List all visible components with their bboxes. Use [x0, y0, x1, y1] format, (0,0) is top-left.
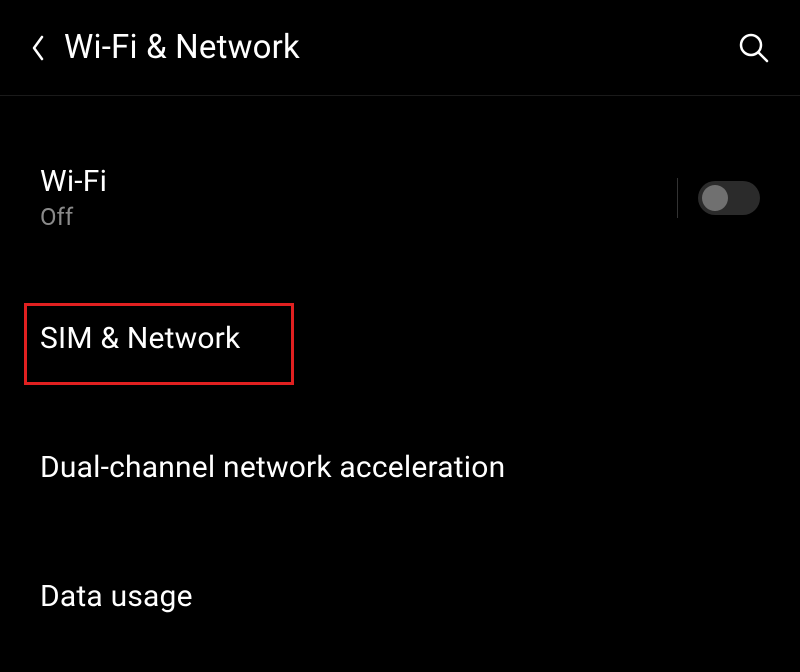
chevron-left-icon — [30, 34, 46, 62]
dual-text: Dual-channel network acceleration — [40, 450, 505, 485]
divider — [677, 178, 678, 218]
wifi-item[interactable]: Wi-Fi Off — [0, 136, 800, 259]
page-title: Wi-Fi & Network — [64, 28, 300, 67]
spacer — [0, 513, 800, 551]
data-title: Data usage — [40, 579, 193, 614]
sim-text: SIM & Network — [40, 321, 240, 356]
data-usage-item[interactable]: Data usage — [0, 551, 800, 642]
wifi-toggle[interactable] — [698, 181, 760, 215]
wifi-title: Wi-Fi — [40, 164, 107, 199]
header-left: Wi-Fi & Network — [30, 28, 300, 67]
sim-network-item[interactable]: SIM & Network — [0, 293, 800, 384]
spacer — [0, 259, 800, 293]
back-button[interactable] — [30, 34, 46, 62]
search-icon — [738, 32, 770, 64]
data-text: Data usage — [40, 579, 193, 614]
sim-title: SIM & Network — [40, 321, 240, 356]
toggle-knob — [702, 185, 728, 211]
search-button[interactable] — [738, 32, 770, 64]
dual-channel-item[interactable]: Dual-channel network acceleration — [0, 422, 800, 513]
header: Wi-Fi & Network — [0, 0, 800, 96]
settings-list: Wi-Fi Off SIM & Network Dual-channel net… — [0, 96, 800, 642]
wifi-status: Off — [40, 203, 107, 231]
wifi-text: Wi-Fi Off — [40, 164, 107, 231]
spacer — [0, 384, 800, 422]
dual-title: Dual-channel network acceleration — [40, 450, 505, 485]
wifi-toggle-wrap — [677, 178, 760, 218]
